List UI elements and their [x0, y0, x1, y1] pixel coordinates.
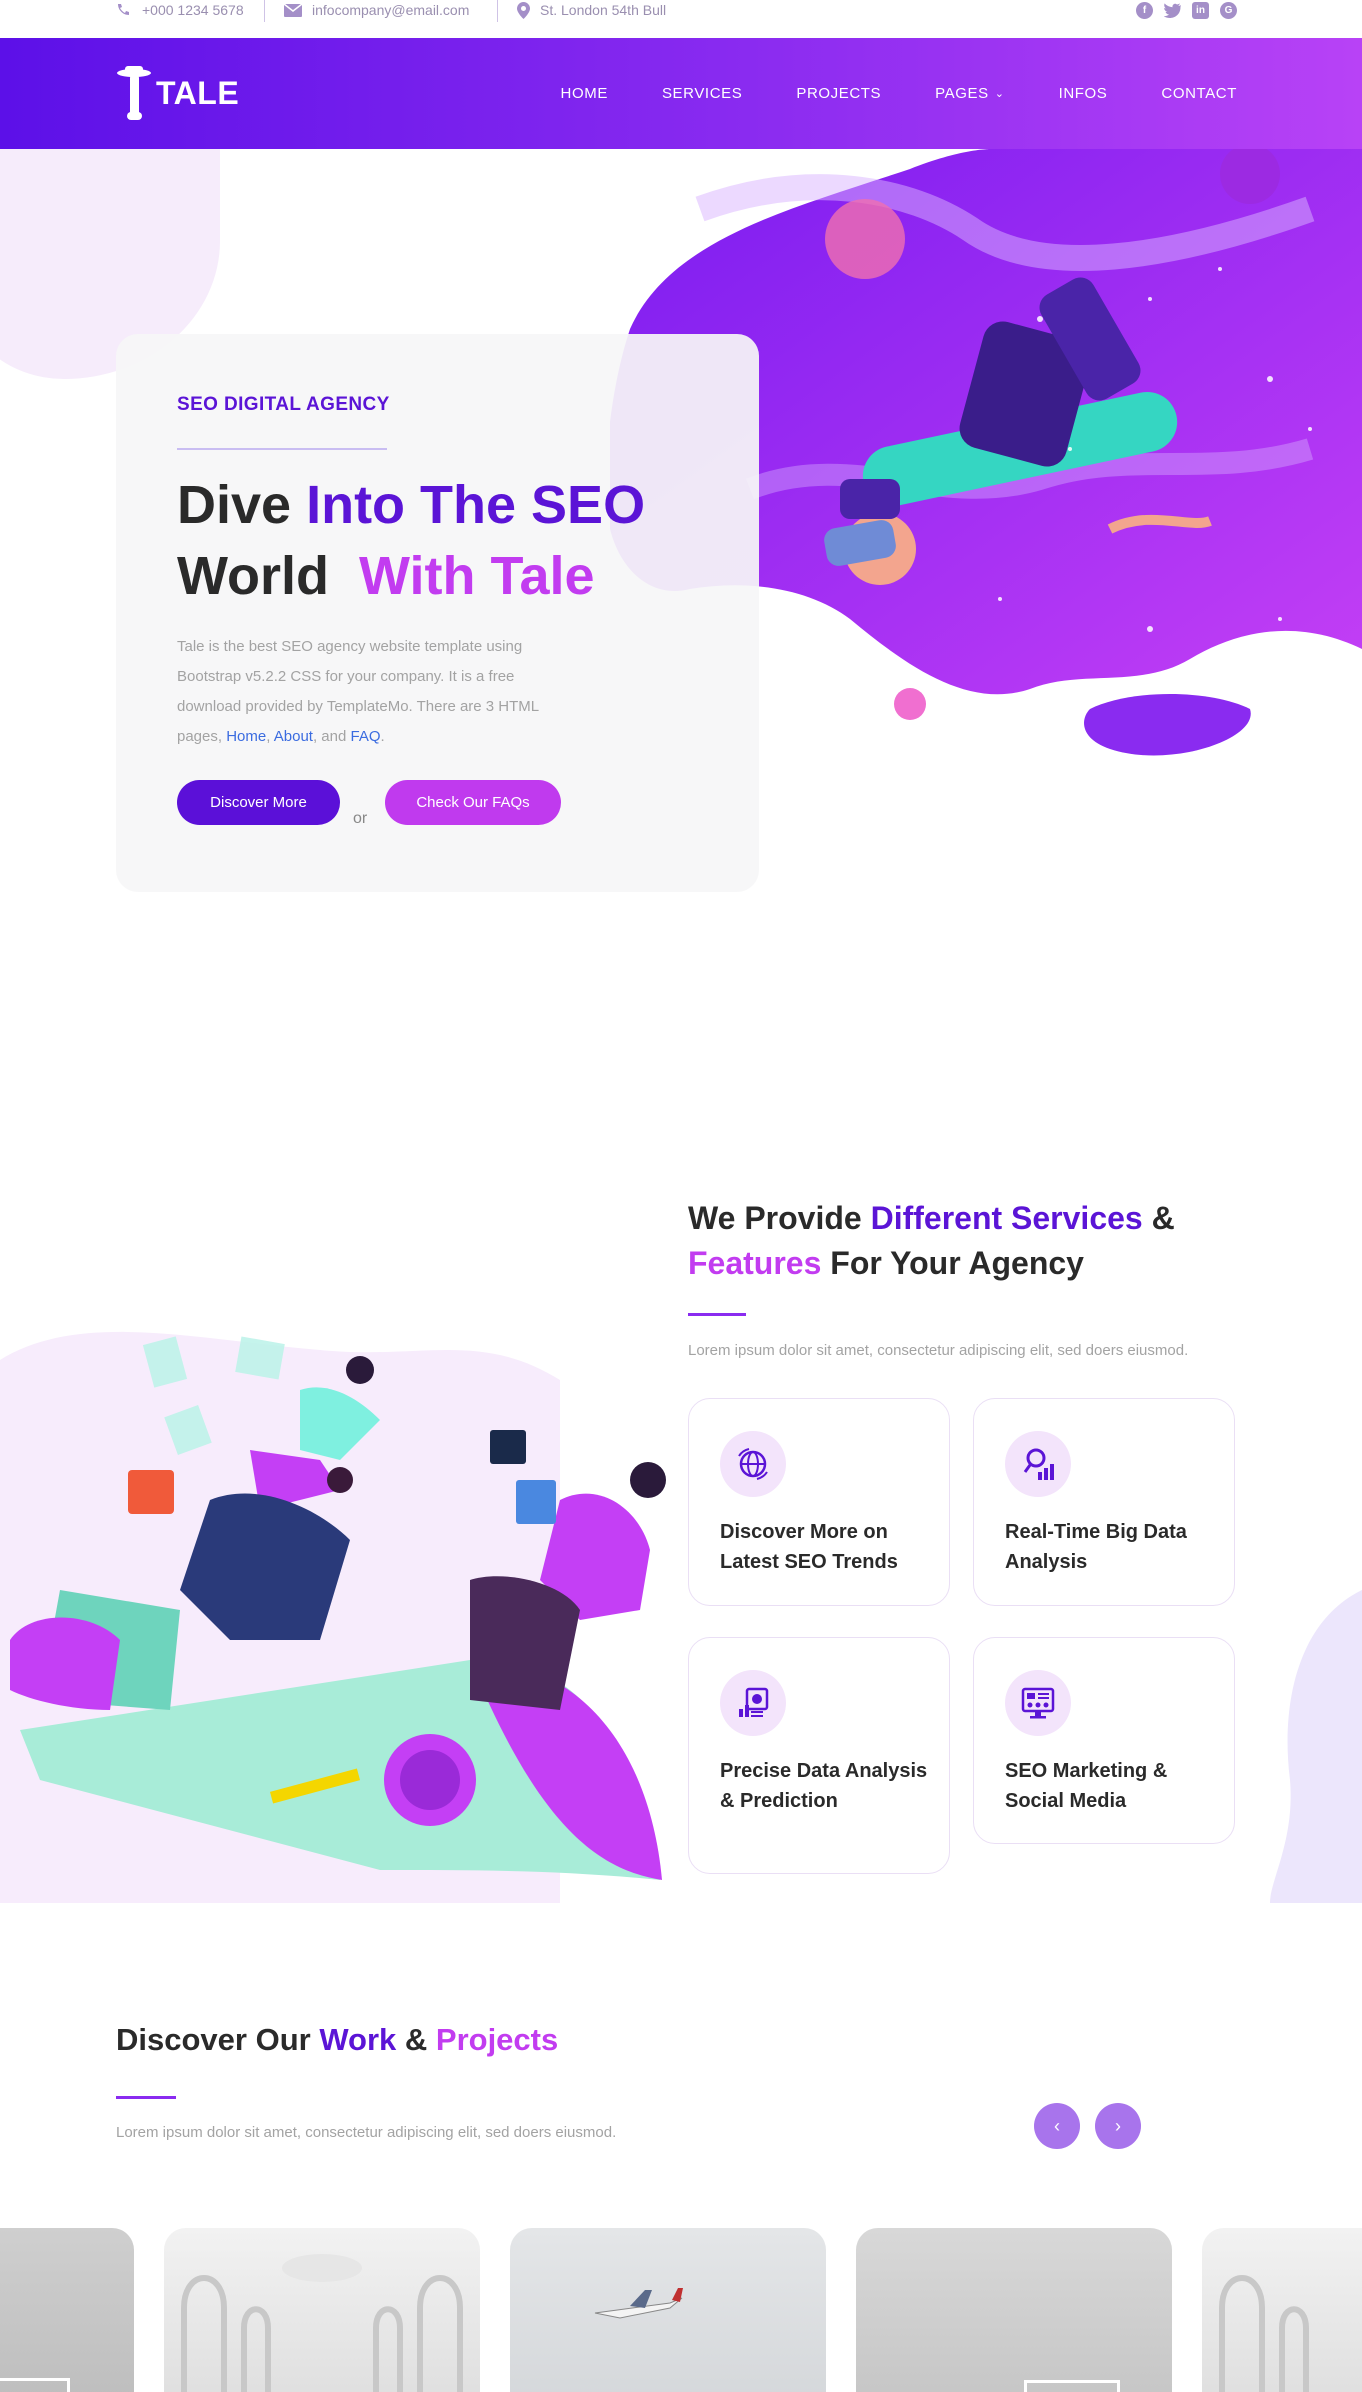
service-label: Real-Time Big Data Analysis: [1005, 1521, 1187, 1573]
services-subtitle: Lorem ipsum dolor sit amet, consectetur …: [688, 1342, 1189, 1359]
phone-contact: +000 1234 5678: [116, 0, 244, 20]
hero-eyebrow: SEO DIGITAL AGENCY: [177, 394, 390, 415]
address-text: St. London 54th Bull: [540, 2, 667, 18]
service-card[interactable]: Discover More on Latest SEO Trends: [688, 1398, 950, 1606]
title-part: Work: [319, 2022, 397, 2057]
title-part: &: [1142, 1200, 1175, 1236]
project-thumbnail[interactable]: [856, 2228, 1172, 2392]
service-label: Precise Data Analysis & Prediction: [720, 1760, 928, 1812]
title-part: For Your Agency: [821, 1245, 1084, 1281]
map-pin-icon: [517, 1, 530, 19]
nav-infos[interactable]: INFOS: [1059, 85, 1108, 102]
top-info-bar: +000 1234 5678 infocompany@email.com St.…: [0, 0, 1362, 38]
divider: [688, 1313, 746, 1316]
monitor-dashboard-icon: [1005, 1670, 1071, 1736]
title-part: Different Services: [870, 1200, 1143, 1236]
nav-label: HOME: [560, 85, 608, 102]
rocket-illustration: [10, 1336, 666, 1880]
title-part: Dive: [177, 475, 307, 535]
divider: [177, 448, 387, 450]
facebook-icon[interactable]: f: [1136, 1, 1153, 19]
report-chart-icon: [720, 1670, 786, 1736]
room-frame-shape: [1024, 2380, 1120, 2392]
hero-description: Tale is the best SEO agency website temp…: [177, 638, 539, 745]
google-plus-icon[interactable]: G: [1220, 1, 1237, 19]
nav-label: PROJECTS: [796, 85, 882, 102]
nav-services[interactable]: SERVICES: [662, 85, 742, 102]
address-contact: St. London 54th Bull: [517, 0, 666, 20]
logo[interactable]: TALE: [116, 64, 239, 122]
phone-text: +000 1234 5678: [142, 2, 244, 18]
link-faq[interactable]: FAQ: [350, 728, 380, 745]
check-faqs-button[interactable]: Check Our FAQs: [385, 780, 561, 825]
projects-title: Discover Our Work & Projects: [116, 2022, 558, 2058]
divider: [264, 0, 265, 22]
nav-label: CONTACT: [1161, 85, 1237, 102]
linkedin-icon[interactable]: in: [1192, 1, 1209, 19]
carousel-prev-button[interactable]: ‹: [1034, 2103, 1080, 2149]
main-nav: HOME SERVICES PROJECTS PAGES ⌄ INFOS CONT…: [507, 38, 1237, 149]
chevron-down-icon: ⌄: [994, 88, 1005, 100]
title-part: Features: [688, 1245, 822, 1281]
divider: [116, 2096, 176, 2099]
social-links: f in G: [1136, 0, 1237, 20]
airplane-image: [594, 2288, 683, 2319]
title-part: Projects: [435, 2022, 559, 2057]
room-frame-shape: [0, 2378, 70, 2392]
email-contact: infocompany@email.com: [284, 0, 469, 20]
carousel-next-button[interactable]: ›: [1095, 2103, 1141, 2149]
project-thumbnail[interactable]: [164, 2228, 480, 2392]
nav-contact[interactable]: CONTACT: [1161, 85, 1237, 102]
nav-home[interactable]: HOME: [561, 85, 608, 102]
title-part: &: [396, 2022, 436, 2057]
divider: [497, 0, 498, 22]
project-thumbnail[interactable]: [510, 2228, 826, 2392]
desc-text: .: [380, 728, 385, 745]
service-card[interactable]: SEO Marketing & Social Media: [973, 1637, 1235, 1844]
nav-label: PAGES: [935, 85, 989, 102]
email-text: infocompany@email.com: [312, 2, 470, 18]
link-about[interactable]: About: [274, 728, 313, 745]
title-part: We Provide: [688, 1200, 871, 1236]
arches-image: [1219, 2275, 1309, 2392]
nav-label: INFOS: [1058, 85, 1108, 102]
logo-text: TALE: [156, 74, 240, 111]
title-part: World: [177, 546, 359, 606]
project-thumbnail[interactable]: [1202, 2228, 1362, 2392]
service-label: Discover More on Latest SEO Trends: [720, 1521, 898, 1573]
title-part: Discover Our: [116, 2022, 320, 2057]
services-title: We Provide Different Services & Features…: [688, 1196, 1248, 1286]
service-label: SEO Marketing & Social Media: [1005, 1760, 1168, 1812]
title-part: With Tale: [359, 546, 595, 606]
service-card[interactable]: Real-Time Big Data Analysis: [973, 1398, 1235, 1606]
nav-label: SERVICES: [661, 85, 743, 102]
twitter-icon[interactable]: [1164, 2, 1181, 19]
service-card[interactable]: Precise Data Analysis & Prediction: [688, 1637, 950, 1874]
nav-pages[interactable]: PAGES ⌄: [935, 85, 1004, 102]
logo-hat-icon: [116, 64, 152, 122]
nav-projects[interactable]: PROJECTS: [796, 85, 881, 102]
main-header: TALE HOME SERVICES PROJECTS PAGES ⌄ INFOS…: [0, 38, 1362, 149]
title-part: Into The SEO: [306, 475, 646, 535]
discover-more-button[interactable]: Discover More: [177, 780, 340, 825]
desc-text: , and: [312, 728, 351, 745]
search-chart-icon: [1005, 1431, 1071, 1497]
projects-subtitle: Lorem ipsum dolor sit amet, consectetur …: [116, 2124, 617, 2141]
hero-title: Dive Into The SEO World With Tale: [177, 470, 737, 612]
arches-image: [181, 2254, 463, 2392]
phone-icon: [118, 4, 129, 15]
globe-analytics-icon: [720, 1431, 786, 1497]
envelope-icon: [284, 3, 302, 17]
project-thumbnail[interactable]: [0, 2228, 134, 2392]
or-text: or: [353, 810, 368, 827]
link-home[interactable]: Home: [226, 728, 266, 745]
